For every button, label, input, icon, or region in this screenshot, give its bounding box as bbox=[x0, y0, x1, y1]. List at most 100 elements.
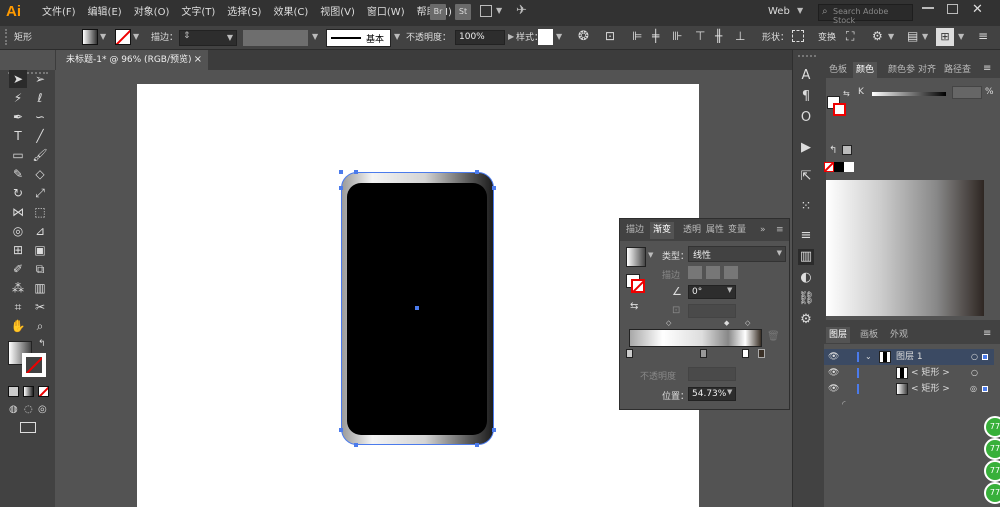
shape-properties-icon[interactable] bbox=[792, 30, 804, 42]
character-icon[interactable]: A bbox=[798, 68, 814, 84]
scale-tool-icon[interactable]: ⤢ bbox=[31, 184, 49, 202]
stroke-color-box[interactable] bbox=[22, 353, 46, 377]
eyedropper-tool-icon[interactable]: ✐ bbox=[9, 260, 27, 278]
screen-mode-icon[interactable] bbox=[20, 422, 36, 433]
notification-badge[interactable]: 77 bbox=[984, 438, 1000, 460]
column-graph-tool-icon[interactable]: ▥ bbox=[31, 279, 49, 297]
layer-name[interactable]: < 矩形 > bbox=[911, 381, 950, 397]
chevron-down-icon[interactable]: ▼ bbox=[227, 33, 233, 42]
anchor-point[interactable] bbox=[339, 186, 343, 190]
swap-colors-icon[interactable]: ↰ bbox=[38, 339, 46, 349]
draw-inside-icon[interactable]: ◎ bbox=[38, 404, 47, 415]
swatches-grid-icon[interactable]: ⁙ bbox=[798, 199, 814, 215]
brush-definition[interactable]: 基本 bbox=[326, 29, 391, 47]
visibility-eye-icon[interactable]: 👁 bbox=[828, 365, 839, 381]
selection-indicator[interactable] bbox=[982, 386, 988, 392]
draw-normal-icon[interactable]: ◍ bbox=[9, 404, 18, 415]
graphic-style-swatch[interactable] bbox=[538, 29, 553, 45]
artboard-tool-icon[interactable]: ⌗ bbox=[9, 298, 27, 316]
tab-transparency[interactable]: 透明 bbox=[683, 222, 701, 239]
direct-selection-tool-icon[interactable]: ➢ bbox=[31, 70, 49, 88]
anchor-point[interactable] bbox=[339, 170, 343, 174]
rotate-tool-icon[interactable]: ↻ bbox=[9, 184, 27, 202]
center-point[interactable] bbox=[415, 306, 419, 310]
actions-play-icon[interactable]: ▶ bbox=[798, 140, 814, 156]
links-icon[interactable]: ⛓ bbox=[798, 291, 815, 307]
align-right-icon[interactable]: ⊪ bbox=[672, 29, 682, 43]
chevron-down-icon[interactable]: ▼ bbox=[100, 32, 106, 41]
gradient-fill-preview[interactable] bbox=[626, 247, 646, 267]
lasso-tool-icon[interactable]: ℓ bbox=[31, 89, 49, 107]
chevron-down-icon[interactable]: ▼ bbox=[922, 32, 928, 41]
panel-menu-icon[interactable]: ≡ bbox=[978, 29, 988, 43]
tab-layers[interactable]: 图层 bbox=[826, 327, 851, 343]
chevron-down-icon[interactable]: ▼ bbox=[556, 32, 562, 41]
symbol-sprayer-tool-icon[interactable]: ⁂ bbox=[9, 279, 27, 297]
chevron-down-icon[interactable]: ▼ bbox=[312, 32, 318, 41]
align-left-icon[interactable]: ⊫ bbox=[632, 29, 642, 43]
minimize-icon[interactable] bbox=[922, 7, 934, 9]
tab-stroke[interactable]: 描边 bbox=[626, 222, 644, 239]
mesh-tool-icon[interactable]: ⊞ bbox=[9, 241, 27, 259]
close-tab-icon[interactable]: × bbox=[194, 50, 202, 70]
blend-tool-icon[interactable]: ⧉ bbox=[31, 260, 49, 278]
menu-window[interactable]: 窗口(W) bbox=[361, 0, 411, 26]
pen-tool-icon[interactable]: ✒ bbox=[9, 108, 27, 126]
isolate-object-icon[interactable]: ⛶ bbox=[846, 29, 854, 44]
panel-menu-icon[interactable]: ≡ bbox=[983, 63, 991, 74]
panel-arrange-icon[interactable]: ⊞ bbox=[936, 28, 954, 46]
chevron-down-icon[interactable]: ▼ bbox=[727, 286, 732, 294]
notification-badge[interactable]: 77 bbox=[984, 460, 1000, 482]
chevron-down-icon[interactable]: ▼ bbox=[394, 32, 400, 41]
panel-menu-icon[interactable]: ≡ bbox=[776, 222, 784, 239]
close-window-icon[interactable]: ✕ bbox=[972, 2, 983, 17]
workspace-switcher[interactable]: Web bbox=[768, 6, 790, 17]
notification-badge[interactable]: 77 bbox=[984, 416, 1000, 438]
menu-effect[interactable]: 效果(C) bbox=[267, 0, 314, 26]
anchor-point[interactable] bbox=[354, 443, 358, 447]
chevron-down-icon[interactable]: ▼ bbox=[888, 32, 894, 41]
menu-edit[interactable]: 编辑(E) bbox=[82, 0, 128, 26]
midpoint-diamond-icon[interactable]: ◇ bbox=[666, 319, 671, 327]
gradient-tool-icon[interactable]: ▣ bbox=[31, 241, 49, 259]
document-tab[interactable]: 未标题-1* @ 96% (RGB/预览) × bbox=[56, 50, 208, 70]
tab-artboards[interactable]: 画板 bbox=[857, 327, 881, 343]
chevron-down-icon[interactable]: ⌄ bbox=[865, 349, 872, 365]
anchor-point[interactable] bbox=[354, 170, 358, 174]
selection-tool-icon[interactable]: ➤ bbox=[9, 70, 27, 88]
k-value-field[interactable] bbox=[952, 86, 982, 99]
stock-search-box[interactable]: ⌕ Search Adobe Stock bbox=[818, 4, 913, 25]
stock-button[interactable]: St bbox=[455, 4, 471, 20]
k-slider[interactable] bbox=[872, 92, 946, 96]
transform-label[interactable]: 变换 bbox=[818, 30, 836, 47]
draw-behind-icon[interactable]: ◌ bbox=[24, 404, 33, 415]
opentype-icon[interactable]: O bbox=[798, 110, 814, 126]
midpoint-diamond-icon[interactable]: ◇ bbox=[745, 319, 750, 327]
maximize-icon[interactable] bbox=[947, 4, 958, 14]
chevron-down-icon[interactable]: ▼ bbox=[727, 388, 732, 396]
bridge-button[interactable]: Br bbox=[430, 4, 446, 20]
type-tool-icon[interactable]: T bbox=[9, 127, 27, 145]
anchor-point[interactable] bbox=[339, 428, 343, 432]
opacity-field[interactable]: 100% bbox=[455, 30, 505, 45]
tab-attributes[interactable]: 属性 bbox=[706, 222, 724, 239]
line-segment-tool-icon[interactable]: ╱ bbox=[31, 127, 49, 145]
anchor-point[interactable] bbox=[475, 443, 479, 447]
gradient-stop[interactable] bbox=[626, 349, 633, 358]
recolor-artwork-icon[interactable]: ❂ bbox=[578, 29, 589, 44]
menu-object[interactable]: 对象(O) bbox=[128, 0, 176, 26]
tweak-icon[interactable]: ⚙ bbox=[872, 29, 883, 43]
hand-tool-icon[interactable]: ✋ bbox=[9, 317, 27, 335]
gradient-stop[interactable] bbox=[700, 349, 707, 358]
paragraph-icon[interactable]: ¶ bbox=[798, 89, 814, 105]
gradient-spectrum[interactable] bbox=[826, 180, 984, 316]
black-swatch[interactable] bbox=[834, 162, 844, 172]
chevron-down-icon[interactable]: ▼ bbox=[648, 251, 653, 259]
visibility-eye-icon[interactable]: 👁 bbox=[828, 381, 839, 397]
zoom-tool-icon[interactable]: ⌕ bbox=[31, 317, 49, 335]
swap-colors-icon[interactable]: ⇆ bbox=[843, 89, 850, 98]
tab-variables[interactable]: 变量 bbox=[728, 222, 746, 239]
align-middle-icon[interactable]: ╫ bbox=[715, 29, 722, 43]
color-stroke-swatch[interactable] bbox=[833, 103, 846, 116]
out-of-gamut-icon[interactable]: ↰ bbox=[829, 145, 837, 156]
